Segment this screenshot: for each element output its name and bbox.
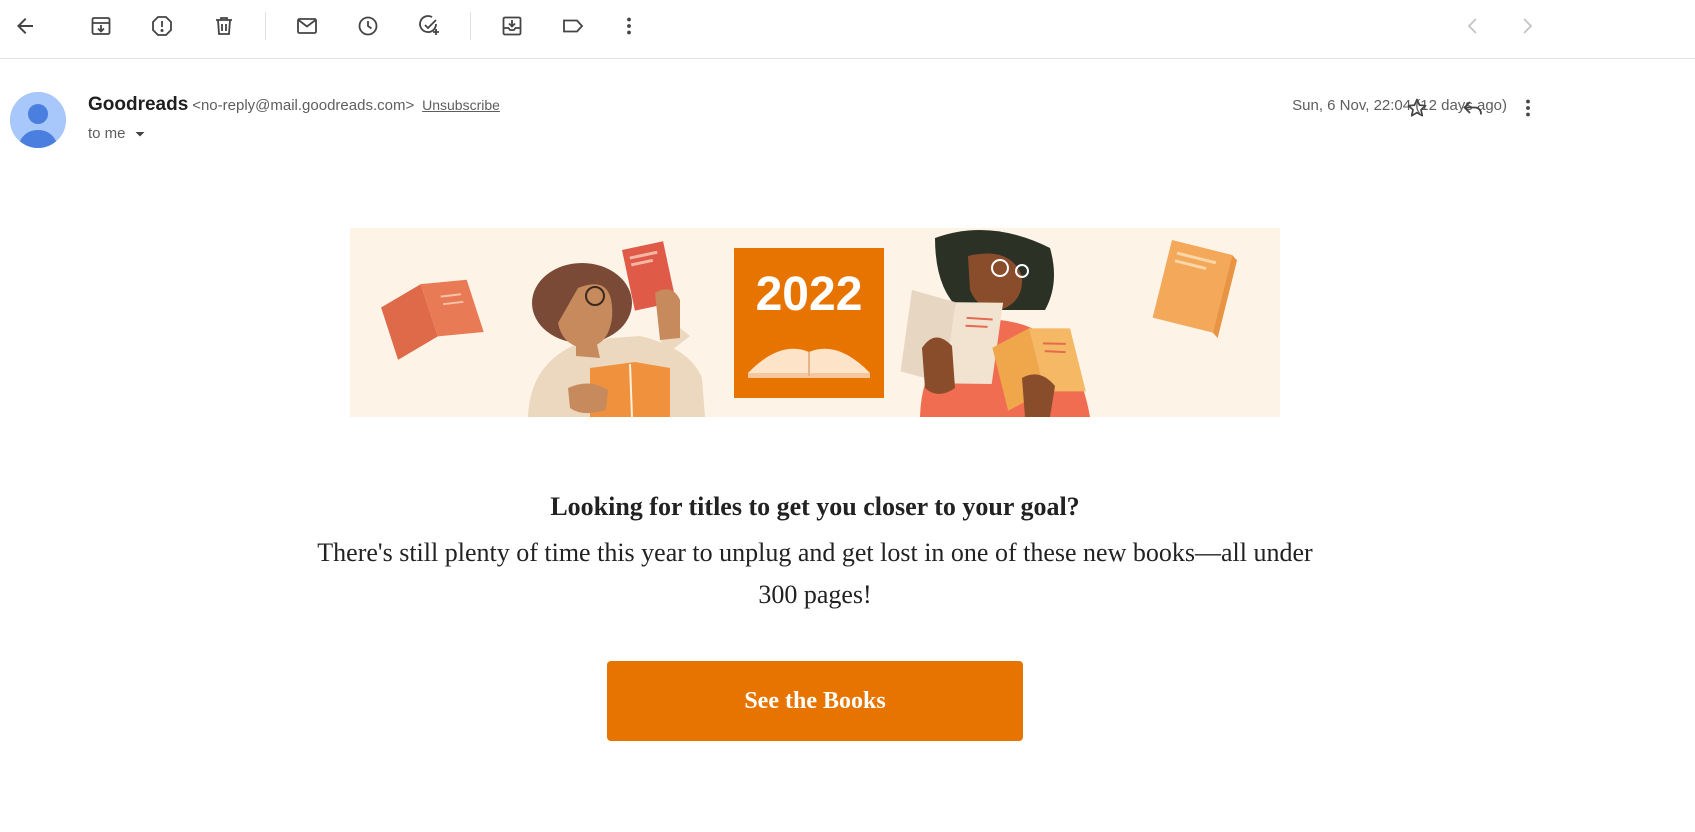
reader-right [900,230,1090,417]
back-arrow-icon [17,18,33,34]
year-tile: 2022 [734,248,884,398]
more-options-button[interactable] [609,6,649,46]
delete-icon [216,17,232,35]
snooze-button[interactable] [348,6,388,46]
reader-left [528,241,705,417]
more-vert-icon [627,17,631,35]
back-button[interactable] [5,6,45,46]
floating-book-right [1152,240,1238,338]
add-to-tasks-button[interactable] [409,6,449,46]
mark-unread-button[interactable] [287,6,327,46]
email-headline: Looking for titles to get you closer to … [550,492,1080,521]
email-toolbar [0,0,1695,59]
star-icon [1407,98,1427,117]
email-body-text: There's still plenty of time this year t… [317,538,1313,609]
next-icon [1523,18,1533,34]
see-the-books-button[interactable]: See the Books [607,661,1023,741]
report-spam-button[interactable] [142,6,182,46]
report-spam-icon [152,16,172,36]
mark-unread-icon [297,18,317,34]
banner-illustration: 2022 [381,230,1238,417]
year-text: 2022 [756,268,863,321]
add-to-tasks-icon [419,15,439,35]
move-to-icon [502,16,522,36]
snooze-icon [358,16,378,36]
label-button[interactable] [553,6,593,46]
sender-avatar[interactable] [10,92,66,148]
reading-challenge-banner: 2022 [350,228,1280,417]
archive-button[interactable] [81,6,121,46]
archive-icon [91,17,111,35]
sender-email: <no-reply@mail.goodreads.com> [192,97,415,114]
toolbar-divider [265,12,266,40]
recipient-details[interactable]: to me [88,125,148,142]
message-more-button[interactable] [1512,92,1544,124]
caret-down-icon [135,131,145,136]
delete-button[interactable] [204,6,244,46]
newer-button[interactable] [1453,6,1493,46]
unsubscribe-link[interactable]: Unsubscribe [422,97,500,113]
reply-button[interactable] [1457,92,1489,124]
prev-icon [1467,18,1477,34]
label-icon [563,19,584,33]
recipient-label: to me [88,125,126,142]
more-vert-icon [1526,99,1530,117]
move-to-button[interactable] [492,6,532,46]
reply-icon [1463,101,1482,115]
sender-line: Goodreads <no-reply@mail.goodreads.com> … [88,94,500,116]
floating-book-left [381,279,484,360]
person-icon [10,92,66,148]
older-button[interactable] [1507,6,1547,46]
star-button[interactable] [1401,92,1433,124]
toolbar-divider [470,12,471,40]
sender-name: Goodreads [88,94,189,115]
